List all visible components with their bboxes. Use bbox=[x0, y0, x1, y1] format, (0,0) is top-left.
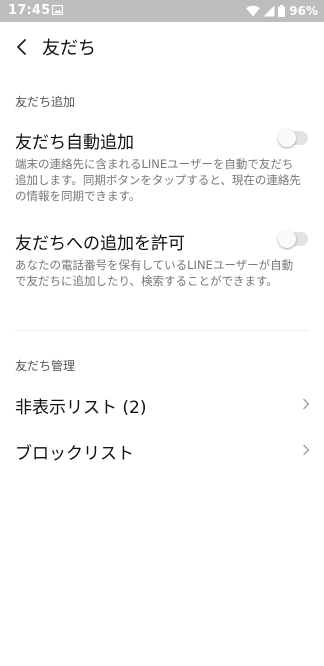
back-button[interactable] bbox=[10, 34, 34, 60]
section-header-add-friends: 友だち追加 bbox=[15, 95, 76, 109]
wifi-icon bbox=[246, 5, 260, 17]
block-list-row[interactable]: ブロックリスト bbox=[0, 427, 324, 473]
back-arrow-icon bbox=[17, 39, 26, 55]
hidden-list-row[interactable]: 非表示リスト (2) bbox=[0, 381, 324, 427]
battery-percentage: 96% bbox=[289, 4, 318, 18]
section-header-manage-friends: 友だち管理 bbox=[15, 359, 76, 373]
toggle-knob bbox=[278, 230, 296, 248]
section-divider bbox=[15, 330, 309, 331]
toggle-knob bbox=[278, 129, 296, 147]
status-time: 17:45 bbox=[8, 3, 51, 18]
status-right-cluster: 96% bbox=[246, 3, 318, 19]
allow-add-toggle[interactable] bbox=[278, 230, 308, 248]
auto-add-description: 端末の連絡先に含まれるLINEユーザーを自動で友だち追加します。同期ボタンをタッ… bbox=[15, 157, 301, 203]
image-icon bbox=[52, 5, 63, 15]
battery-icon bbox=[278, 5, 286, 17]
auto-add-title: 友だち自動追加 bbox=[15, 133, 134, 153]
allow-add-title: 友だちへの追加を許可 bbox=[15, 234, 185, 254]
signal-icon bbox=[263, 5, 275, 17]
chevron-right-icon bbox=[303, 444, 310, 456]
hidden-list-label: 非表示リスト (2) bbox=[15, 398, 147, 418]
auto-add-toggle[interactable] bbox=[278, 129, 308, 147]
status-bar: 17:45 96% bbox=[0, 0, 324, 22]
chevron-right-icon bbox=[303, 398, 310, 410]
page-title: 友だち bbox=[42, 38, 96, 59]
block-list-label: ブロックリスト bbox=[15, 444, 134, 464]
app-header: 友だち bbox=[0, 22, 324, 72]
allow-add-description: あなたの電話番号を保有しているLINEユーザーが自動で友だちに追加したり、検索す… bbox=[15, 258, 294, 288]
